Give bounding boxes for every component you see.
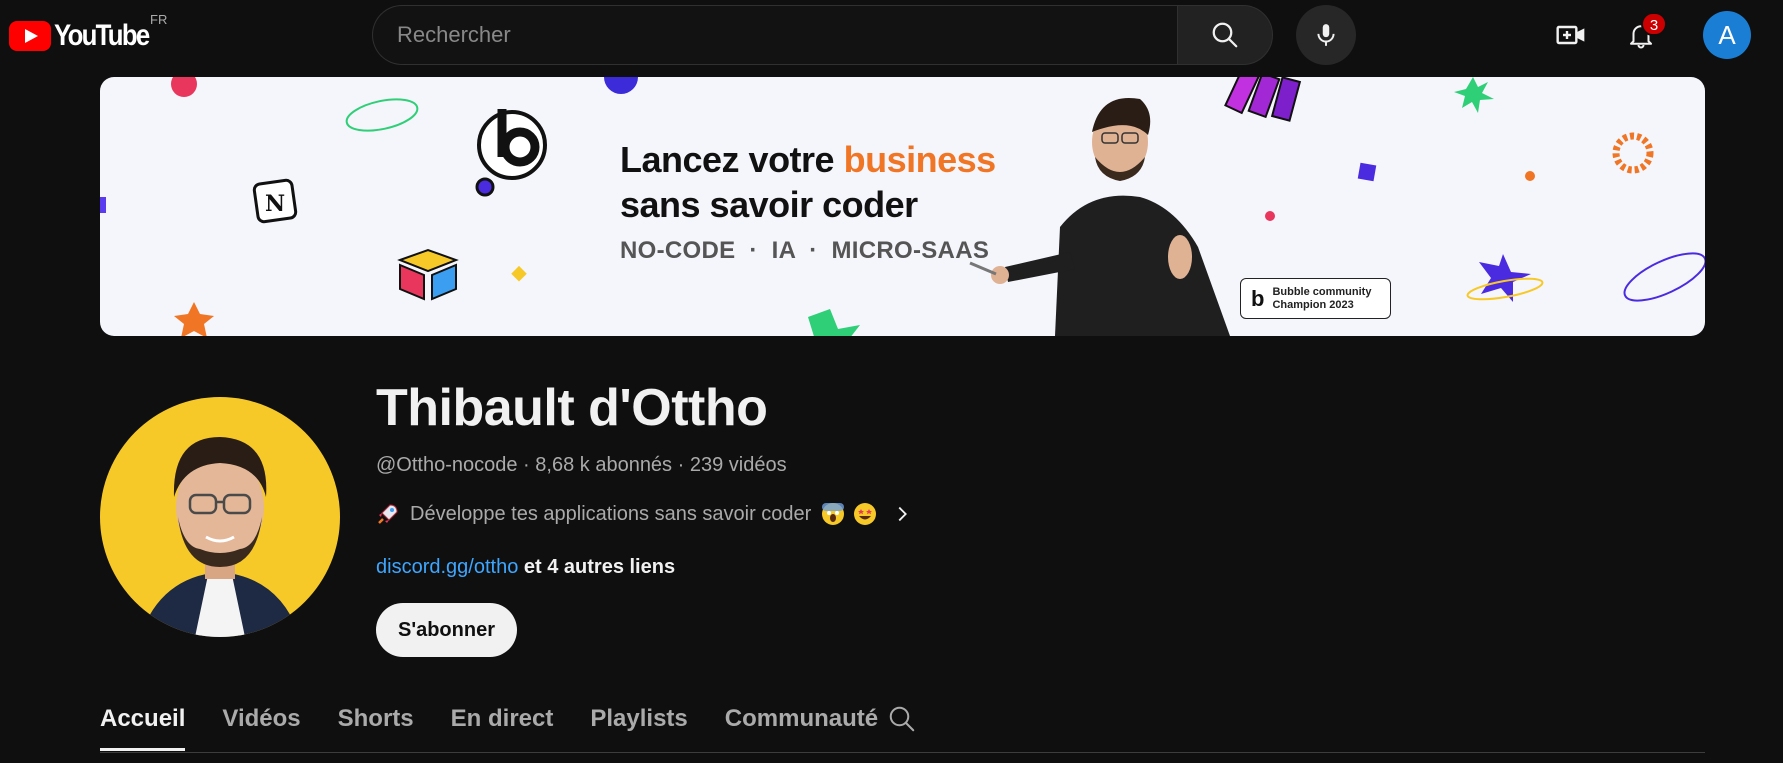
decor-dot-blue [604, 77, 638, 94]
decor-ring-purple [1623, 252, 1705, 302]
channel-tabs: Accueil Vidéos Shorts En direct Playlist… [100, 700, 915, 752]
decor-dot-red [171, 77, 197, 97]
create-button[interactable] [1548, 12, 1594, 58]
search-button[interactable] [1177, 5, 1273, 65]
channel-meta: @Ottho-nocode · 8,68 k abonnés · 239 vid… [376, 454, 787, 477]
tab-playlists[interactable]: Playlists [590, 700, 687, 752]
tabs-divider [100, 752, 1705, 753]
notifications-button[interactable]: 3 [1618, 12, 1667, 58]
bubble-badge-text: Bubble community Champion 2023 [1272, 285, 1372, 311]
make-logo-sticker [1224, 77, 1302, 122]
bubble-logo-sticker [475, 109, 547, 197]
logo-text: YouTube [54, 19, 150, 52]
youtube-logo[interactable]: YouTube [9, 19, 164, 53]
bubble-champion-badge: b Bubble community Champion 2023 [1240, 278, 1391, 319]
more-links-button[interactable]: et 4 autres liens [524, 556, 675, 578]
search-input[interactable] [372, 5, 1177, 65]
decor-gear-orange [1612, 132, 1654, 174]
meta-separator: · [672, 454, 690, 476]
banner-headline-part1: Lancez votre [620, 139, 844, 180]
description-text: Développe tes applications sans savoir c… [410, 502, 812, 525]
decor-star-green-2 [1454, 77, 1494, 113]
decor-dot-red-small [1265, 211, 1275, 221]
decor-ring-green [345, 98, 419, 132]
create-video-icon [1556, 25, 1585, 45]
channel-avatar-photo [140, 437, 300, 637]
rocket-emoji-icon [378, 504, 398, 524]
video-count: 239 vidéos [689, 454, 787, 476]
decor-star-orange [174, 302, 214, 336]
banner-headline-accent: business [843, 139, 997, 180]
screaming-face-emoji-icon [822, 503, 845, 525]
country-code: FR [150, 12, 168, 27]
youtube-play-icon [9, 21, 51, 51]
search-icon [889, 706, 915, 732]
banner-headline-line2: sans savoir coder [620, 184, 918, 225]
tab-accueil[interactable]: Accueil [100, 700, 186, 752]
search-bar [372, 5, 1273, 65]
channel-avatar[interactable] [100, 397, 340, 637]
decor-star-green [808, 309, 860, 336]
airtable-logo-sticker [397, 248, 459, 301]
svg-text:N: N [265, 191, 285, 217]
banner-tags: NO-CODE · IA · MICRO-SAAS [620, 237, 990, 264]
tab-videos[interactable]: Vidéos [222, 700, 300, 752]
decor-diamond-yellow [511, 265, 527, 282]
channel-search-button[interactable] [887, 704, 917, 734]
discord-link[interactable]: discord.gg/ottho [376, 556, 518, 578]
channel-handle: @Ottho-nocode [376, 454, 518, 476]
search-icon [1212, 22, 1238, 48]
decor-square-blue [100, 197, 106, 213]
channel-banner: N Lancez votre business sans savoir code… [100, 77, 1705, 336]
decor-dot-orange [1525, 171, 1535, 181]
channel-name: Thibault d'Ottho [376, 379, 768, 437]
account-avatar-button[interactable]: A [1703, 11, 1751, 59]
mic-icon [1317, 24, 1335, 46]
chevron-right-icon [898, 506, 908, 522]
tab-communaute[interactable]: Communauté [725, 700, 878, 752]
star-struck-emoji-icon [854, 503, 877, 525]
subscriber-count: 8,68 k abonnés [535, 454, 673, 476]
channel-links: discord.gg/ottho et 4 autres liens [376, 556, 675, 579]
tab-en-direct[interactable]: En direct [451, 700, 554, 752]
voice-search-button[interactable] [1296, 5, 1356, 65]
meta-separator: · [517, 454, 536, 476]
decor-square-purple [1357, 162, 1377, 182]
notification-count-badge: 3 [1641, 12, 1667, 36]
channel-description[interactable]: Développe tes applications sans savoir c… [376, 500, 913, 528]
top-bar: YouTube FR 3 A [0, 0, 1783, 70]
banner-headline: Lancez votre business sans savoir coder [620, 137, 996, 227]
subscribe-button[interactable]: S'abonner [376, 603, 517, 657]
tab-shorts[interactable]: Shorts [338, 700, 414, 752]
notion-logo-sticker: N [252, 178, 298, 224]
bubble-badge-logo: b [1251, 285, 1265, 311]
description-more-button[interactable] [891, 503, 913, 525]
presenter-photo [969, 97, 1230, 336]
